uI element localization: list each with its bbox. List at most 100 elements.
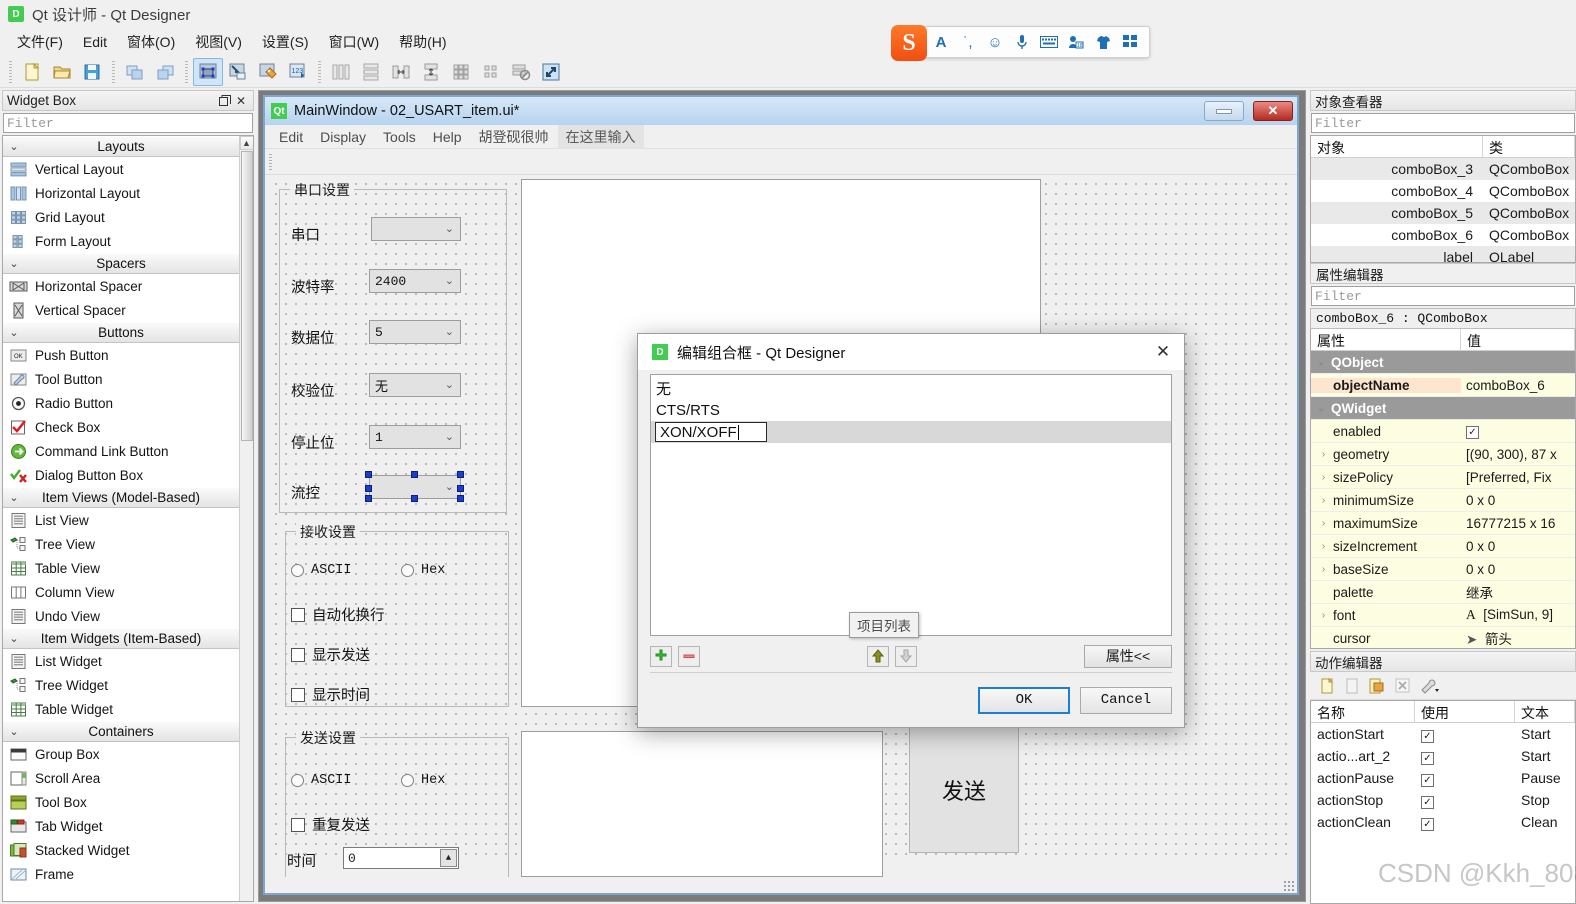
send-button[interactable]: 发送 (909, 727, 1019, 853)
widget-item[interactable]: Grid Layout (3, 205, 239, 229)
widget-item[interactable]: Tree View (3, 532, 239, 556)
property-value[interactable]: 继承 (1461, 582, 1575, 602)
table-row[interactable]: actionStart ✓ Start (1311, 723, 1575, 745)
apps-grid-icon[interactable] (1118, 30, 1142, 54)
break-layout-button[interactable] (506, 58, 536, 86)
property-row[interactable]: enabled ✓ (1311, 420, 1575, 443)
property-value[interactable]: [Preferred, Fix (1461, 470, 1575, 485)
stopbits-combo[interactable]: 1 ⌄ (369, 425, 461, 449)
action-used-checkbox[interactable]: ✓ (1415, 792, 1515, 809)
ok-button[interactable]: OK (978, 686, 1070, 714)
widget-item[interactable]: Frame (3, 862, 239, 886)
widget-item[interactable]: Tool Button (3, 367, 239, 391)
show-time-checkbox[interactable]: 显示时间 (291, 684, 370, 705)
widget-item[interactable]: Scroll Area (3, 766, 239, 790)
edit-action-icon[interactable] (1366, 675, 1388, 696)
dialog-properties-button[interactable]: 属性<< (1084, 644, 1172, 668)
widget-item[interactable]: Command Link Button (3, 439, 239, 463)
table-row[interactable]: actio...art_2 ✓ Start (1311, 745, 1575, 767)
scroll-thumb[interactable] (240, 151, 253, 441)
widget-item[interactable]: Group Box (3, 742, 239, 766)
checkbox-checked-icon[interactable]: ✓ (1466, 426, 1479, 439)
layout-grid-button[interactable] (446, 58, 476, 86)
spin-up-icon[interactable]: ▲ (440, 849, 457, 867)
checkbox-checked-icon[interactable]: ✓ (1421, 817, 1434, 831)
widget-item[interactable]: Form Layout (3, 229, 239, 253)
send-hex-radio[interactable]: Hex (401, 773, 445, 788)
list-item[interactable]: 无 (651, 377, 1171, 399)
checkbox-checked-icon[interactable]: ✓ (1421, 751, 1434, 765)
property-row[interactable]: › baseSize 0 x 0 (1311, 558, 1575, 581)
send-interval-spinbox[interactable]: 0 ▲ (343, 847, 459, 869)
repeat-send-checkbox[interactable]: 重复发送 (291, 814, 370, 835)
user-badge-icon[interactable]: 18 (1064, 30, 1088, 54)
widget-category-1[interactable]: ⌄ Spacers (3, 253, 239, 274)
widget-item[interactable]: Column View (3, 580, 239, 604)
punctuation-icon[interactable]: ˙, (956, 30, 980, 54)
new-action-icon[interactable] (1316, 675, 1338, 696)
widget-item[interactable]: List Widget (3, 649, 239, 673)
widget-category-3[interactable]: ⌄ Item Views (Model-Based) (3, 487, 239, 508)
keyboard-icon[interactable] (1037, 30, 1061, 54)
table-row[interactable]: actionPause ✓ Pause (1311, 767, 1575, 789)
sogou-ime-toolbar[interactable]: S A ˙, ☺ 18 (891, 25, 1150, 61)
delete-action-icon[interactable] (1391, 675, 1413, 696)
recv-ascii-radio[interactable]: ASCII (291, 563, 352, 578)
layout-splitter-vertical-button[interactable] (416, 58, 446, 86)
widget-item[interactable]: Tree Widget (3, 673, 239, 697)
widget-item[interactable]: OK Push Button (3, 343, 239, 367)
menu-item-4[interactable]: 设置(S) (253, 29, 318, 55)
recv-hex-radio[interactable]: Hex (401, 563, 445, 578)
move-item-down-button[interactable] (895, 645, 917, 667)
move-item-up-button[interactable] (867, 645, 889, 667)
edit-buddies-button[interactable] (253, 58, 283, 86)
copy-action-icon[interactable] (1341, 675, 1363, 696)
widget-item[interactable]: Tool Box (3, 790, 239, 814)
property-row[interactable]: › geometry [(90, 300), 87 x (1311, 443, 1575, 466)
menu-item-6[interactable]: 帮助(H) (390, 29, 455, 55)
databits-combo[interactable]: 5 ⌄ (369, 320, 461, 344)
open-form-button[interactable] (47, 58, 77, 86)
widget-category-2[interactable]: ⌄ Buttons (3, 322, 239, 343)
checkbox-checked-icon[interactable]: ✓ (1421, 773, 1434, 787)
widget-item[interactable]: Radio Button (3, 391, 239, 415)
close-icon[interactable]: ✕ (233, 93, 249, 109)
menu-item-5[interactable]: 窗口(W) (320, 29, 389, 55)
layout-form-button[interactable] (476, 58, 506, 86)
action-used-checkbox[interactable]: ✓ (1415, 770, 1515, 787)
dialog-close-icon[interactable]: ✕ (1146, 337, 1180, 367)
form-menu-item-0[interactable]: Edit (271, 127, 311, 147)
property-row[interactable]: › minimumSize 0 x 0 (1311, 489, 1575, 512)
widget-box-scrollbar[interactable]: ▲ (239, 136, 253, 901)
table-row[interactable]: label QLabel (1311, 246, 1575, 262)
microphone-icon[interactable] (1010, 30, 1034, 54)
widget-box-filter-input[interactable]: Filter (3, 113, 253, 133)
serial-port-combo[interactable]: ⌄ (371, 217, 461, 241)
checkbox-checked-icon[interactable]: ✓ (1421, 795, 1434, 809)
float-icon[interactable] (217, 93, 233, 109)
toolbar-grip[interactable] (269, 153, 272, 170)
property-value[interactable]: ➤ 箭头 (1461, 628, 1575, 648)
menu-item-0[interactable]: 文件(F) (8, 29, 72, 55)
letter-A-icon[interactable]: A (929, 30, 953, 54)
table-row[interactable]: comboBox_5 QComboBox (1311, 202, 1575, 224)
skin-shirt-icon[interactable] (1091, 30, 1115, 54)
action-used-checkbox[interactable]: ✓ (1415, 814, 1515, 831)
property-row[interactable]: › sizePolicy [Preferred, Fix (1311, 466, 1575, 489)
table-row[interactable]: actionClean ✓ Clean (1311, 811, 1575, 833)
widget-category-5[interactable]: ⌄ Containers (3, 721, 239, 742)
table-row[interactable]: comboBox_6 QComboBox (1311, 224, 1575, 246)
configure-icon[interactable] (1416, 675, 1446, 696)
send-ascii-radio[interactable]: ASCII (291, 773, 352, 788)
property-row[interactable]: palette 继承 (1311, 581, 1575, 604)
save-form-button[interactable] (77, 58, 107, 86)
list-item[interactable]: CTS/RTS (651, 399, 1171, 421)
form-menu-item-4[interactable]: 胡登砚很帅 (471, 125, 557, 149)
widget-item[interactable]: Table View (3, 556, 239, 580)
object-inspector-filter-input[interactable]: Filter (1311, 113, 1575, 133)
widget-category-4[interactable]: ⌄ Item Widgets (Item-Based) (3, 628, 239, 649)
undo-button[interactable] (120, 58, 150, 86)
widget-item[interactable]: Horizontal Layout (3, 181, 239, 205)
minimize-button[interactable] (1204, 101, 1244, 121)
property-row[interactable]: objectName comboBox_6 (1311, 374, 1575, 397)
